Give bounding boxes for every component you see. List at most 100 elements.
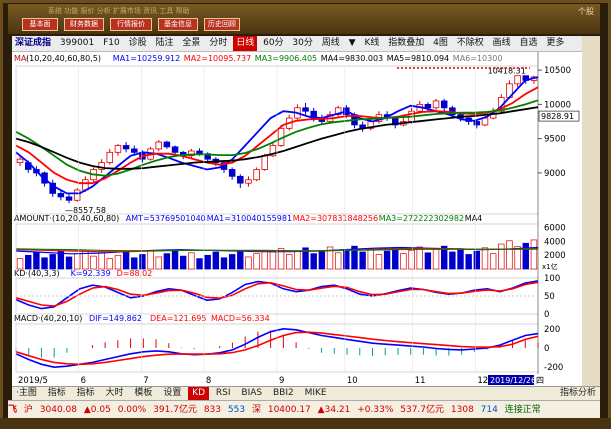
candle-body [16,158,24,164]
kd-axis-label: 0 [544,310,549,320]
toolbar-draw[interactable]: 画线 [490,36,514,51]
amount-bar [522,242,529,270]
amount-bar [147,250,154,270]
candle-body [57,193,65,198]
amount-bar [489,253,497,270]
user-label: 个股 [578,7,594,16]
tab-kd[interactable]: KD [188,387,210,400]
sh-change: ▲0.05 [83,405,111,415]
toolbar-4charts[interactable]: 4图 [430,36,451,51]
date-tag: 2019/12/26 [490,376,536,385]
top-button-2[interactable]: 财务数据 [64,18,104,31]
toolbar-watchlist[interactable]: 自选 [517,36,541,51]
kd-legend-item-0: K=92.339 [71,269,111,278]
top-button-5[interactable]: 历史回顾 [204,18,240,31]
amount-legend-item-2: MA2=307831848256 [293,214,378,223]
top-button-4[interactable]: 基金信息 [158,18,198,31]
candle-body [122,145,130,150]
toolbar-overview[interactable]: 全景 [179,36,203,51]
tab-indicator-analysis[interactable]: 指标分析 [556,387,600,400]
amount-bar [25,254,32,270]
toolbar-overlay[interactable]: 指数叠加 [385,36,427,51]
price-axis-label: 10500 [544,66,571,76]
tab-settings[interactable]: 设置 [159,387,185,400]
tab-rsi[interactable]: RSI [212,387,235,400]
kd-legend-item-1: D=88.02 [117,269,153,278]
amount-bar [98,252,105,270]
amount-bar [375,254,383,270]
toolbar-noexright[interactable]: 不除权 [454,36,487,51]
tab-intraday[interactable]: 分时 [206,36,230,51]
amount-bar [220,257,228,270]
period-dropdown-icon[interactable]: ▼ [346,36,359,51]
amount-bar [318,249,326,270]
main-menu[interactable]: 系统 功能 报价 分析 扩展市场 资讯 工具 帮助 [48,6,190,16]
amount-bar [106,258,114,270]
amount-bar [155,256,162,270]
tab-weekly[interactable]: 周线 [319,36,343,51]
amount-bar [237,250,244,270]
tab-indicator-1[interactable]: 指标 [44,387,70,400]
macd-legend-label: MACD·(40,20,10) [14,314,82,323]
amount-bar [416,246,423,270]
tab-daily[interactable]: 日线 [233,36,258,51]
tab-main-chart[interactable]: ·主图 [12,387,41,400]
tab-model[interactable]: 模板 [130,387,156,400]
x-axis-label: 8 [206,376,211,386]
ma-item-1: MA2=10095.737 [184,54,251,63]
amount-bar [343,249,350,270]
top-button-3[interactable]: 行情报价 [110,18,152,31]
tab-bias[interactable]: BIAS [237,387,266,400]
tab-bbi2[interactable]: BBI2 [269,387,298,400]
x-axis-label: 12 [477,376,488,386]
chart-svg[interactable]: MA·(10,20,40,60,80,5) MA1=10259.912 MA2=10… [12,52,582,386]
tab-mike[interactable]: MIKE [301,387,331,400]
amount-bar [204,254,211,270]
sh-index: 3040.08 [39,405,77,415]
price-axis-label: 9000 [544,169,566,179]
macd-legend-item-1: DEA=121.695 [150,314,206,323]
amount-bar [514,246,521,270]
toolbar-diagnose[interactable]: 诊股 [126,36,150,51]
amount-axis-label: 4000 [544,237,566,247]
kd-legend-label: KD·(40,3,3) [14,269,60,278]
x-axis-label: 7 [143,376,148,386]
amount-axis-label: 2000 [544,251,566,261]
candle-body [261,155,269,170]
candle-body [481,117,489,126]
connection-status: 连接正常 [504,405,541,415]
tab-indicator-2[interactable]: 指标 [73,387,99,400]
toolbar-note[interactable]: 陆注 [153,36,177,51]
amount-axis-label: 6000 [544,223,566,233]
candle-body [245,179,252,184]
top-toolbar: 系统 功能 报价 分析 扩展市场 资讯 工具 帮助 个股 基本面 财务数据 行情… [8,4,600,34]
amount-bar [171,249,179,270]
price-axis-label: 9500 [544,135,566,145]
amount-legend-item-3: MA3=272222302982 [379,214,464,223]
toolbar-more[interactable]: 更多 [543,36,567,51]
amount-bar [73,253,81,270]
right-scrollbar[interactable] [582,36,600,386]
toolbar-kline[interactable]: K线 [361,36,382,51]
amount-bar [163,253,171,270]
ma-item-0: MA1=10259.912 [113,54,180,63]
macd-legend-item-2: MACD=56.334 [211,314,270,323]
amount-legend-item-0: AMT=53769501040 [126,214,206,223]
toolbar-f10[interactable]: F10 [100,36,123,51]
sz-up: 1308 [450,405,474,415]
amount-bar [359,251,366,270]
amount-bar [245,256,252,270]
tab-template[interactable]: 大时 [102,387,128,400]
amount-legend-item-4: MA4 [465,214,482,223]
amount-bar [294,250,301,270]
amount-bar [179,255,187,270]
tab-30min[interactable]: 30分 [289,36,315,51]
amount-bar [41,257,48,270]
ma-item-2: MA3=9906.405 [255,54,317,63]
sh-up: 833 [203,405,222,415]
candle-body [155,141,162,150]
top-button-1[interactable]: 基本面 [22,18,58,31]
tab-60min[interactable]: 60分 [260,36,286,51]
candle-body [440,100,448,109]
amount-bar [310,253,317,270]
